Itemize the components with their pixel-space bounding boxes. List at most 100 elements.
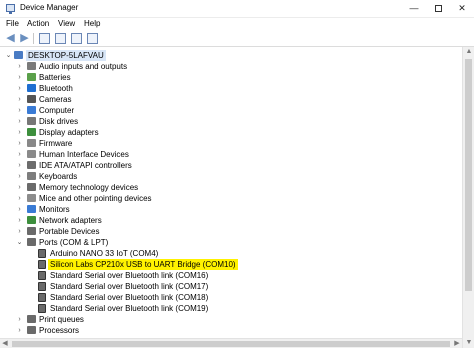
expand-main-14-icon[interactable]: ›	[16, 216, 23, 225]
collapse-main-16-icon[interactable]: ⌄	[16, 238, 23, 247]
speaker-icon	[27, 62, 36, 70]
port-device-item-1[interactable]: Silicon Labs CP210x USB to UART Bridge (…	[0, 259, 462, 270]
port-device-item-5[interactable]: Standard Serial over Bluetooth link (COM…	[0, 303, 462, 314]
category-label: Bluetooth	[39, 84, 73, 93]
scroll-right-button[interactable]: ▶	[452, 339, 462, 348]
tree-category-main-0[interactable]: › Audio inputs and outputs	[0, 61, 462, 72]
processor-icon	[27, 326, 36, 334]
expand-after-0-icon[interactable]: ›	[16, 315, 23, 324]
scroll-down-button[interactable]: ▼	[463, 338, 474, 348]
expand-main-6-icon[interactable]: ›	[16, 128, 23, 137]
tree-category-main-2[interactable]: › Bluetooth	[0, 83, 462, 94]
expand-root-icon[interactable]: ⌄	[5, 51, 12, 60]
scan-hardware-button[interactable]	[87, 33, 98, 44]
category-label: Processors	[39, 326, 80, 335]
category-label: Computer	[39, 106, 75, 115]
tree-root[interactable]: ⌄ DESKTOP-5LAFVAU	[0, 50, 462, 61]
root-label: DESKTOP-5LAFVAU	[26, 50, 106, 61]
maximize-icon	[434, 5, 442, 13]
port-device-icon	[38, 249, 46, 258]
port-device-item-0[interactable]: Arduino NANO 33 IoT (COM4)	[0, 248, 462, 259]
display-adapter-icon	[27, 128, 36, 136]
tree-category-main-13[interactable]: › Monitors	[0, 204, 462, 215]
back-button[interactable]: ◀	[5, 33, 16, 44]
forward-button[interactable]: ▶	[19, 33, 30, 44]
toolbar: ◀ ▶	[0, 30, 474, 47]
expand-main-11-icon[interactable]: ›	[16, 183, 23, 192]
computer-icon	[27, 106, 36, 114]
help-button[interactable]	[71, 33, 82, 44]
mouse-icon	[27, 194, 36, 202]
category-label: Display adapters	[39, 128, 99, 137]
expand-main-2-icon[interactable]: ›	[16, 84, 23, 93]
tree-category-main-3[interactable]: › Cameras	[0, 94, 462, 105]
menu-view[interactable]: View	[58, 19, 75, 28]
close-button[interactable]: ✕	[450, 0, 474, 18]
expand-main-12-icon[interactable]: ›	[16, 194, 23, 203]
printer-icon	[27, 315, 36, 323]
tree-category-main-1[interactable]: › Batteries	[0, 72, 462, 83]
horizontal-scroll-thumb[interactable]	[12, 341, 450, 347]
tree-category-main-6[interactable]: › Display adapters	[0, 127, 462, 138]
expand-after-1-icon[interactable]: ›	[16, 326, 23, 335]
port-device-icon	[38, 304, 46, 313]
disk-drive-icon	[27, 117, 36, 125]
port-device-label: Standard Serial over Bluetooth link (COM…	[50, 293, 209, 302]
window-title: Device Manager	[20, 3, 79, 12]
expand-main-10-icon[interactable]: ›	[16, 172, 23, 181]
toolbar-separator	[33, 33, 34, 44]
menu-help[interactable]: Help	[84, 19, 100, 28]
category-label: Batteries	[39, 73, 71, 82]
expand-main-13-icon[interactable]: ›	[16, 205, 23, 214]
tree-category-main-14[interactable]: › Network adapters	[0, 215, 462, 226]
minimize-button[interactable]: —	[402, 0, 426, 18]
selected-port-label: Silicon Labs CP210x USB to UART Bridge (…	[48, 259, 238, 270]
scroll-thumb[interactable]	[465, 59, 472, 291]
port-device-item-2[interactable]: Standard Serial over Bluetooth link (COM…	[0, 270, 462, 281]
tree-category-main-4[interactable]: › Computer	[0, 105, 462, 116]
port-device-item-4[interactable]: Standard Serial over Bluetooth link (COM…	[0, 292, 462, 303]
tree-category-main-8[interactable]: › Human Interface Devices	[0, 149, 462, 160]
expand-main-9-icon[interactable]: ›	[16, 161, 23, 170]
ports-icon	[27, 238, 36, 246]
battery-icon	[27, 73, 36, 81]
tree-category-main-11[interactable]: › Memory technology devices	[0, 182, 462, 193]
expand-main-4-icon[interactable]: ›	[16, 106, 23, 115]
port-device-label: Standard Serial over Bluetooth link (COM…	[50, 304, 209, 313]
menu-file[interactable]: File	[6, 19, 19, 28]
tree-category-main-12[interactable]: › Mice and other pointing devices	[0, 193, 462, 204]
properties-button[interactable]	[55, 33, 66, 44]
expand-main-0-icon[interactable]: ›	[16, 62, 23, 71]
tree-category-main-7[interactable]: › Firmware	[0, 138, 462, 149]
expand-main-3-icon[interactable]: ›	[16, 95, 23, 104]
expand-main-5-icon[interactable]: ›	[16, 117, 23, 126]
horizontal-scrollbar[interactable]: ◀ ▶	[0, 338, 462, 348]
tree-category-after-0[interactable]: › Print queues	[0, 314, 462, 325]
expand-main-15-icon[interactable]: ›	[16, 227, 23, 236]
ide-controller-icon	[27, 161, 36, 169]
expand-main-1-icon[interactable]: ›	[16, 73, 23, 82]
port-device-label: Arduino NANO 33 IoT (COM4)	[50, 249, 159, 258]
hid-icon	[27, 150, 36, 158]
tree-category-main-16[interactable]: ⌄ Ports (COM & LPT)	[0, 237, 462, 248]
scroll-up-button[interactable]: ▲	[463, 47, 474, 57]
firmware-icon	[27, 139, 36, 147]
port-device-item-3[interactable]: Standard Serial over Bluetooth link (COM…	[0, 281, 462, 292]
scroll-left-button[interactable]: ◀	[0, 339, 10, 348]
tree-category-main-15[interactable]: › Portable Devices	[0, 226, 462, 237]
show-hide-console-tree-button[interactable]	[39, 33, 50, 44]
menu-action[interactable]: Action	[27, 19, 49, 28]
category-label: IDE ATA/ATAPI controllers	[39, 161, 132, 170]
vertical-scrollbar[interactable]: ▲ ▼	[462, 47, 474, 348]
tree-category-main-10[interactable]: › Keyboards	[0, 171, 462, 182]
tree-category-main-5[interactable]: › Disk drives	[0, 116, 462, 127]
category-label: Network adapters	[39, 216, 102, 225]
category-label: Keyboards	[39, 172, 78, 181]
expand-main-7-icon[interactable]: ›	[16, 139, 23, 148]
expand-main-8-icon[interactable]: ›	[16, 150, 23, 159]
port-device-label: Standard Serial over Bluetooth link (COM…	[50, 271, 209, 280]
maximize-button[interactable]	[426, 0, 450, 18]
tree-category-main-9[interactable]: › IDE ATA/ATAPI controllers	[0, 160, 462, 171]
tree-category-after-1[interactable]: › Processors	[0, 325, 462, 336]
category-label: Ports (COM & LPT)	[39, 238, 109, 247]
